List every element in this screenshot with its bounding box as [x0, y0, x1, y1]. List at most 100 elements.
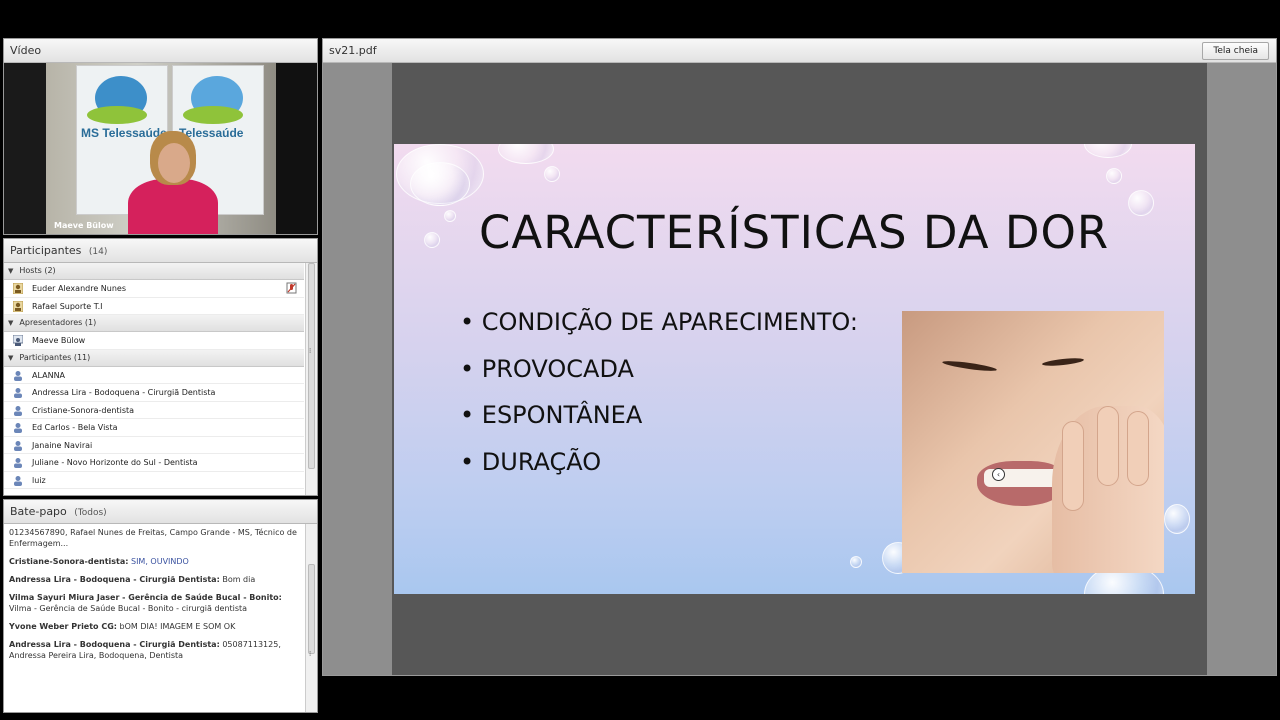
video-presenter-name: Maeve Bülow: [54, 221, 114, 230]
list-item[interactable]: Ed Carlos - Bela Vista: [4, 419, 304, 437]
photo-finger: [1097, 406, 1119, 486]
share-pod: sv21.pdf Tela cheia CARACTERÍSTICAS DA D…: [322, 38, 1277, 676]
banner-left-text: MS Telessaúde: [81, 126, 167, 140]
participant-name: Rafael Suporte T.I: [32, 301, 103, 311]
list-item[interactable]: Juliane - Novo Horizonte do Sul - Dentis…: [4, 454, 304, 472]
chat-text: bOM DIA! IMAGEM E SOM OK: [119, 622, 236, 631]
chat-sender: Vilma Sayuri Miura Jaser - Gerência de S…: [9, 593, 282, 602]
microphone-status-icon[interactable]: [286, 282, 297, 294]
chat-sender: Cristiane-Sonora-dentista:: [9, 557, 129, 566]
slide-title: CARACTERÍSTICAS DA DOR: [479, 206, 1110, 259]
scrollbar-thumb[interactable]: [308, 564, 315, 654]
fullscreen-button[interactable]: Tela cheia: [1202, 42, 1269, 60]
decorative-bubble: [410, 162, 470, 206]
participant-name: Ed Carlos - Bela Vista: [32, 423, 118, 432]
photo-eye-left: [941, 359, 998, 373]
list-item[interactable]: Euder Alexandre Nunes: [4, 280, 304, 298]
participants-list: ▼ Hosts (2) Euder Alexandre Nunes Rafael …: [4, 263, 304, 495]
chat-pod: Bate-papo (Todos) 01234567890, Rafael Nu…: [3, 499, 318, 713]
document-canvas: CARACTERÍSTICAS DA DOR • CONDIÇÃO DE APA…: [392, 63, 1207, 675]
presenter-pointer-icon: ‹: [992, 468, 1005, 481]
participant-name: Maeve Bülow: [32, 336, 86, 345]
group-label: Apresentadores (1): [19, 318, 97, 327]
video-room-background: MS Telessaúde Telessaúde: [46, 63, 276, 234]
chat-scope[interactable]: (Todos): [74, 508, 106, 518]
chat-message: Andressa Lira - Bodoquena - Cirurgiã Den…: [9, 574, 299, 585]
photo-finger: [1062, 421, 1084, 511]
participant-icon: [14, 405, 22, 416]
chat-text: 01234567890, Rafael Nunes de Freitas, Ca…: [9, 528, 297, 548]
decorative-bubble: [1106, 168, 1122, 184]
group-participants-header[interactable]: ▼ Participantes (11): [4, 349, 304, 367]
list-item[interactable]: ALANNA: [4, 367, 304, 384]
list-item[interactable]: Andressa Lira - Bodoquena - Cirurgiã Den…: [4, 384, 304, 402]
participant-name: Janaine Navirai: [32, 440, 93, 450]
decorative-bubble: [1128, 190, 1154, 216]
group-label: Participantes (11): [19, 352, 91, 362]
slide-bullet: • ESPONTÂNEA: [460, 401, 643, 429]
slide-bullet: • DURAÇÃO: [460, 448, 602, 476]
group-presenters-header[interactable]: ▼ Apresentadores (1): [4, 315, 304, 332]
chat-sender: Yvone Weber Prieto CG:: [9, 622, 117, 631]
banner-logo-swoosh: [183, 106, 243, 124]
photo-finger: [1127, 411, 1149, 486]
collapse-triangle-icon[interactable]: ▼: [8, 354, 13, 362]
video-pod-title: Vídeo: [10, 44, 42, 57]
chat-message: 01234567890, Rafael Nunes de Freitas, Ca…: [9, 527, 299, 549]
chat-sender: Andressa Lira - Bodoquena - Cirurgiã Den…: [9, 640, 220, 649]
slide-bullet: • CONDIÇÃO DE APARECIMENTO:: [460, 308, 858, 336]
webcam-feed[interactable]: MS Telessaúde Telessaúde Maeve Bülow: [4, 63, 317, 234]
scrollbar-thumb[interactable]: [308, 263, 315, 469]
document-filename: sv21.pdf: [329, 44, 377, 57]
host-icon: [13, 300, 23, 312]
presentation-slide: CARACTERÍSTICAS DA DOR • CONDIÇÃO DE APA…: [394, 144, 1195, 594]
participants-pod-header: Participantes (14): [4, 239, 317, 263]
chat-text: Vilma - Gerência de Saúde Bucal - Bonito…: [9, 604, 248, 613]
video-dark-left: [4, 63, 46, 234]
list-item[interactable]: Janaine Navirai: [4, 437, 304, 454]
list-item[interactable]: Cristiane-Sonora-dentista: [4, 402, 304, 419]
banner-logo-swoosh: [87, 106, 147, 124]
chat-text: SIM, OUVINDO: [130, 557, 189, 566]
decorative-bubble: [498, 144, 554, 164]
participant-name: Juliane - Novo Horizonte do Sul - Dentis…: [32, 458, 198, 467]
decorative-bubble: [444, 210, 456, 222]
chat-title: Bate-papo: [10, 505, 67, 518]
photo-eye-right: [1041, 356, 1085, 368]
collapse-triangle-icon[interactable]: ▼: [8, 267, 13, 275]
slide-bullet: • PROVOCADA: [460, 355, 634, 383]
decorative-bubble: [1084, 144, 1132, 158]
presenter-face: [158, 143, 190, 183]
chat-scrollbar[interactable]: ⁞: [305, 524, 317, 712]
collapse-triangle-icon[interactable]: ▼: [8, 319, 13, 327]
video-dark-right: [276, 63, 317, 234]
chat-message: Andressa Lira - Bodoquena - Cirurgiã Den…: [9, 639, 299, 661]
participant-icon: [14, 370, 22, 381]
participants-title: Participantes: [10, 244, 82, 257]
chat-sender: Andressa Lira - Bodoquena - Cirurgiã Den…: [9, 575, 220, 584]
list-item[interactable]: Rafael Suporte T.I: [4, 298, 304, 315]
decorative-bubble: [1164, 504, 1190, 534]
left-column: Vídeo MS Telessaúde Telessaúde Maeve Bül…: [3, 38, 318, 713]
presenter-icon: [13, 335, 23, 346]
chat-message: Yvone Weber Prieto CG: bOM DIA! IMAGEM E…: [9, 621, 299, 632]
participants-scrollbar[interactable]: ⁞: [305, 263, 317, 495]
presenter-body: [128, 179, 218, 234]
participant-name: Cristiane-Sonora-dentista: [32, 405, 135, 415]
document-viewer: CARACTERÍSTICAS DA DOR • CONDIÇÃO DE APA…: [323, 63, 1276, 675]
list-item[interactable]: luiz: [4, 472, 304, 489]
participant-name: Euder Alexandre Nunes: [32, 284, 127, 293]
decorative-bubble: [850, 556, 862, 568]
list-item[interactable]: Maeve Bülow: [4, 332, 304, 350]
participant-icon: [14, 440, 22, 451]
group-hosts-header[interactable]: ▼ Hosts (2): [4, 263, 304, 280]
decorative-bubble: [424, 232, 440, 248]
chat-message: Cristiane-Sonora-dentista: SIM, OUVINDO: [9, 556, 299, 567]
chat-pod-header: Bate-papo (Todos): [4, 500, 317, 524]
participant-icon: [14, 475, 22, 486]
chat-message: Vilma Sayuri Miura Jaser - Gerência de S…: [9, 592, 299, 614]
participant-icon: [14, 388, 22, 398]
participant-name: ALANNA: [32, 370, 66, 380]
participant-name: Andressa Lira - Bodoquena - Cirurgiã Den…: [32, 388, 216, 397]
participant-icon: [14, 458, 22, 468]
